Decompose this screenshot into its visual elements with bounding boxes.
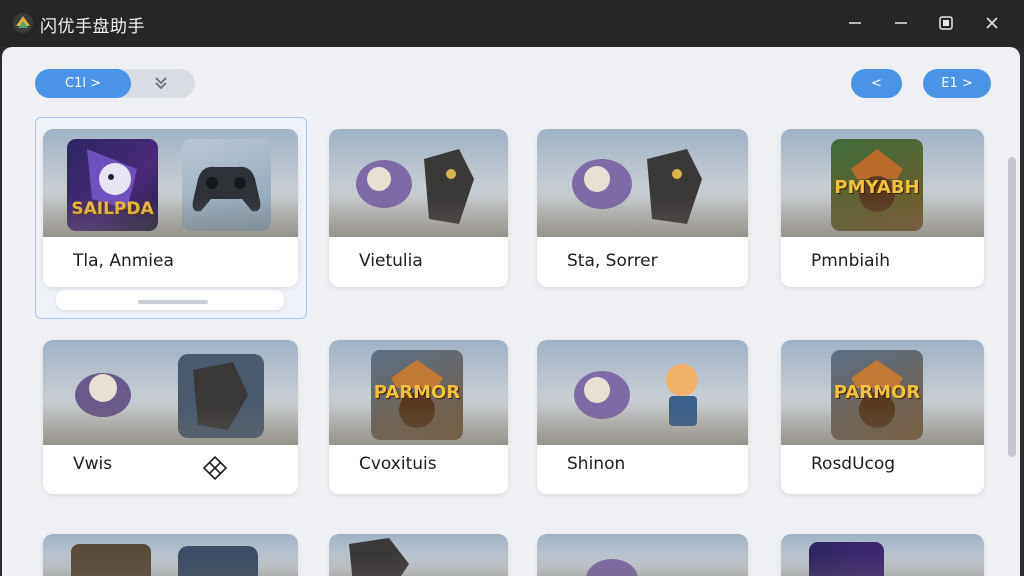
game-card[interactable] — [781, 534, 984, 576]
game-card[interactable] — [537, 534, 748, 576]
hero-characters-icon — [356, 149, 474, 224]
game-title: Cvoxituis — [359, 454, 437, 474]
prev-page-button[interactable]: < — [851, 69, 902, 98]
minimize-alt-button[interactable] — [884, 8, 918, 38]
game-title: Shinon — [567, 454, 626, 474]
game-card[interactable]: Sta, Sorrer — [537, 129, 748, 287]
game-art — [537, 129, 748, 237]
hero-characters-icon — [75, 354, 264, 438]
game-logo-thumbnail: PARMOR — [831, 350, 923, 440]
category-pill[interactable]: C1l > — [35, 69, 131, 98]
game-title: Vwis — [73, 454, 113, 474]
game-card[interactable]: Vwis — [43, 340, 298, 494]
game-characters-icon — [349, 538, 409, 576]
game-card[interactable] — [329, 534, 508, 576]
scrollbar[interactable] — [1008, 157, 1016, 457]
game-title: Pmnbiaih — [811, 251, 891, 271]
game-characters-icon — [586, 559, 638, 576]
hero-characters-icon — [572, 149, 702, 224]
minimize-icon — [849, 22, 861, 24]
main-content: C1l > < E1 > SAILPDA Tla, Anmiea Vietuli… — [2, 47, 1020, 576]
game-art — [537, 534, 748, 576]
game-card[interactable]: PARMOR Cvoxituis — [329, 340, 508, 494]
game-logo-text: SAILPDA — [71, 199, 154, 219]
game-art: PMYABH — [781, 129, 984, 237]
game-art — [43, 534, 298, 576]
game-art: SAILPDA — [43, 129, 298, 237]
game-title: Sta, Sorrer — [567, 251, 658, 271]
window-title: 闪优手盘助手 — [40, 17, 145, 37]
game-logo-text: PMYABH — [834, 177, 920, 198]
card-stack-shadow — [56, 290, 284, 310]
game-card[interactable]: Vietulia — [329, 129, 508, 287]
game-art — [43, 340, 298, 445]
minimize-icon — [895, 22, 907, 24]
game-card[interactable]: Shinon — [537, 340, 748, 494]
game-art — [781, 534, 984, 576]
game-card[interactable]: PMYABH Pmnbiaih — [781, 129, 984, 287]
game-art — [537, 340, 748, 445]
hero-characters-icon — [574, 364, 698, 426]
minimize-button[interactable] — [838, 8, 872, 38]
game-logo-icon — [87, 149, 137, 209]
game-title: Tla, Anmiea — [73, 251, 174, 271]
scroll-handle — [138, 300, 208, 304]
title-bar: 闪优手盘助手 — [0, 0, 1024, 47]
game-logo-thumbnail: PMYABH — [831, 139, 923, 231]
chevrons-down-icon[interactable] — [152, 74, 170, 96]
gamepad-icon — [192, 166, 261, 212]
game-title: RosdUcog — [811, 454, 896, 474]
close-button[interactable] — [975, 8, 1009, 38]
game-title: Vietulia — [359, 251, 423, 271]
game-art — [329, 129, 508, 237]
game-card[interactable] — [43, 534, 298, 576]
game-art: PARMOR — [781, 340, 984, 445]
game-logo-thumbnail: PARMOR — [371, 350, 463, 440]
close-icon — [986, 17, 998, 29]
next-page-button[interactable]: E1 > — [923, 69, 991, 98]
game-logo-thumbnail: SAILPDA — [67, 139, 158, 231]
maximize-icon — [939, 16, 953, 30]
game-characters-icon — [71, 544, 258, 576]
controller-thumbnail — [182, 139, 271, 231]
game-logo-text: PARMOR — [373, 382, 461, 403]
crosshair-icon[interactable] — [201, 454, 229, 482]
game-logo-text: PARMOR — [833, 382, 921, 403]
app-logo-icon — [13, 13, 33, 33]
game-art — [329, 534, 508, 576]
game-logo-thumbnail — [809, 542, 884, 576]
maximize-button[interactable] — [929, 8, 963, 38]
game-art: PARMOR — [329, 340, 508, 445]
game-card[interactable]: PARMOR RosdUcog — [781, 340, 984, 494]
game-card[interactable]: SAILPDA Tla, Anmiea — [43, 129, 298, 287]
